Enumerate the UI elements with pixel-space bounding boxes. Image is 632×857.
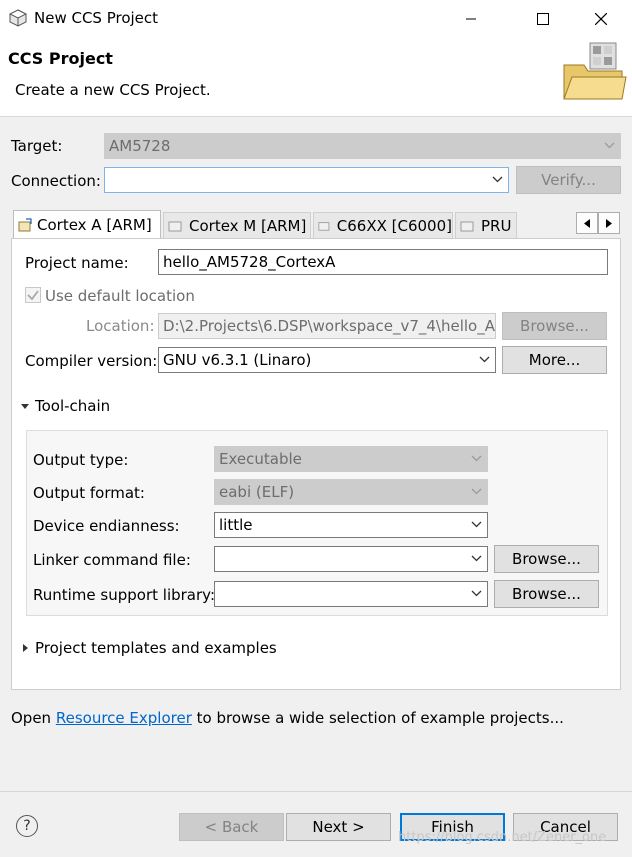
output-format-label: Output format: [33, 484, 145, 502]
linker-browse-button[interactable]: Browse... [494, 545, 599, 573]
project-name-input[interactable]: hello_AM5728_CortexA [158, 249, 608, 275]
tab-pru[interactable]: PRU [455, 212, 517, 238]
chevron-down-icon [604, 142, 615, 149]
output-type-value: Executable [219, 450, 302, 468]
page-title: CCS Project [8, 49, 113, 68]
compiler-version-value: GNU v6.3.1 (Linaro) [163, 351, 312, 369]
location-browse-button[interactable]: Browse... [502, 312, 607, 340]
watermark-text: https://blog.csdn.net/Zener_one [398, 830, 607, 845]
templates-section-label: Project templates and examples [35, 639, 277, 657]
tab-label: Cortex A [ARM] [37, 216, 152, 234]
chevron-down-icon [471, 555, 482, 562]
minimize-button[interactable] [448, 0, 494, 37]
tab-label: C66XX [C6000] [336, 216, 452, 235]
device-endianness-label: Device endianness: [33, 517, 180, 535]
more-button[interactable]: More... [502, 346, 607, 374]
chevron-right-icon [606, 218, 612, 228]
window-title: New CCS Project [34, 9, 159, 27]
title-bar: New CCS Project [0, 0, 632, 37]
verify-button[interactable]: Verify... [516, 166, 621, 194]
compiler-version-select[interactable]: GNU v6.3.1 (Linaro) [158, 347, 496, 373]
collapsed-triangle-icon [23, 644, 28, 652]
compiler-version-label: Compiler version: [25, 352, 158, 370]
back-button[interactable]: < Back [179, 813, 284, 841]
location-input[interactable]: D:\2.Projects\6.DSP\workspace_v7_4\hello… [158, 313, 496, 339]
runtime-support-library-label: Runtime support library: [33, 586, 215, 604]
close-button[interactable] [578, 0, 624, 37]
output-type-label: Output type: [33, 451, 129, 469]
toolchain-section-label: Tool-chain [35, 397, 111, 415]
chevron-down-icon [471, 488, 482, 495]
use-default-location-checkbox[interactable] [25, 287, 41, 303]
connection-label: Connection: [11, 172, 101, 190]
app-icon [9, 9, 27, 27]
tab-label: PRU [481, 216, 512, 235]
folder-icon [318, 221, 330, 231]
tab-cortex-m[interactable]: Cortex M [ARM] [163, 212, 311, 238]
tab-c66xx[interactable]: C66XX [C6000] [313, 212, 453, 238]
wizard-header: CCS Project Create a new CCS Project. [0, 37, 632, 117]
templates-section-toggle[interactable]: Project templates and examples [20, 639, 277, 657]
output-format-select[interactable]: eabi (ELF) [214, 479, 488, 505]
expanded-triangle-icon [21, 404, 29, 409]
chevron-down-icon [492, 176, 503, 183]
target-label: Target: [11, 137, 63, 155]
tab-scroll-right-button[interactable] [598, 212, 620, 234]
help-icon[interactable]: ? [16, 815, 38, 837]
maximize-icon [537, 12, 549, 25]
chevron-left-icon [584, 218, 590, 228]
toolchain-section-toggle[interactable]: Tool-chain [20, 397, 110, 415]
resource-explorer-link[interactable]: Resource Explorer [56, 709, 192, 727]
new-project-folder-icon [563, 42, 627, 100]
device-endianness-value: little [219, 516, 253, 534]
close-icon [595, 12, 607, 25]
minimize-icon [466, 18, 476, 19]
next-button[interactable]: Next > [286, 813, 391, 841]
target-select[interactable]: AM5728 [104, 133, 621, 159]
output-type-select[interactable]: Executable [214, 446, 488, 472]
maximize-button[interactable] [520, 0, 566, 37]
footer-separator [0, 791, 632, 792]
folder-icon [168, 221, 182, 231]
tab-label: Cortex M [ARM] [189, 216, 307, 235]
output-format-value: eabi (ELF) [219, 483, 295, 501]
chevron-down-icon [471, 590, 482, 597]
project-name-label: Project name: [25, 254, 129, 272]
page-description: Create a new CCS Project. [15, 81, 211, 99]
linker-command-file-label: Linker command file: [33, 551, 191, 569]
chevron-down-icon [479, 356, 490, 363]
folder-icon [460, 221, 474, 231]
rts-browse-button[interactable]: Browse... [494, 580, 599, 608]
cortex-project-icon [18, 218, 32, 232]
chevron-down-icon [471, 521, 482, 528]
connection-select[interactable] [104, 167, 509, 193]
tab-cortex-a[interactable]: Cortex A [ARM] [13, 210, 161, 239]
runtime-support-library-select[interactable] [214, 581, 488, 607]
chevron-down-icon [471, 455, 482, 462]
checkmark-icon [27, 290, 39, 301]
resource-explorer-text: Open Resource Explorer to browse a wide … [11, 709, 564, 727]
location-label: Location: [86, 317, 155, 335]
tab-scroll-left-button[interactable] [576, 212, 598, 234]
linker-command-file-select[interactable] [214, 546, 488, 572]
device-endianness-select[interactable]: little [214, 512, 488, 538]
use-default-location-label: Use default location [45, 287, 195, 305]
target-value: AM5728 [109, 137, 171, 155]
